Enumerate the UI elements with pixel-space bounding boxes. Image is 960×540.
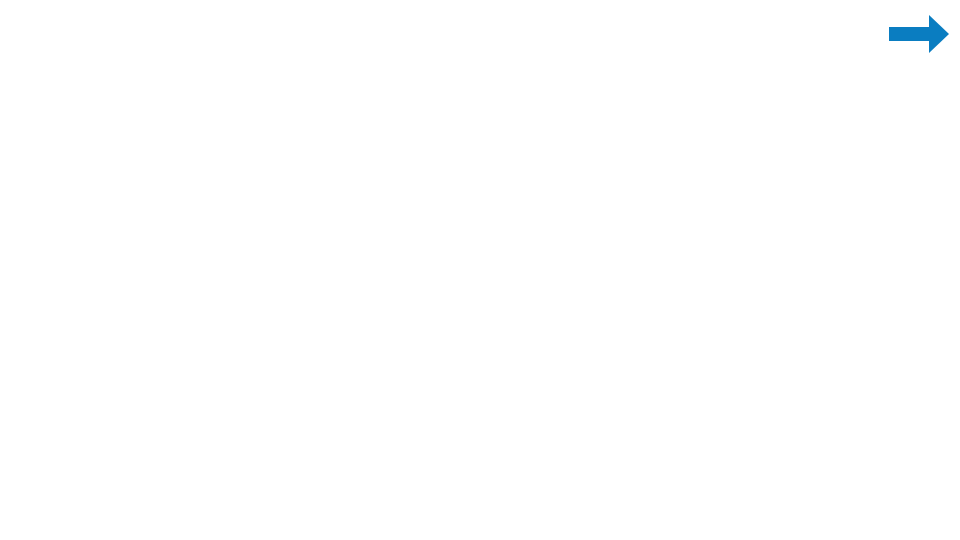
next-button[interactable]: [888, 14, 950, 54]
blank-page: [0, 0, 960, 540]
arrow-right-icon: [889, 15, 949, 53]
